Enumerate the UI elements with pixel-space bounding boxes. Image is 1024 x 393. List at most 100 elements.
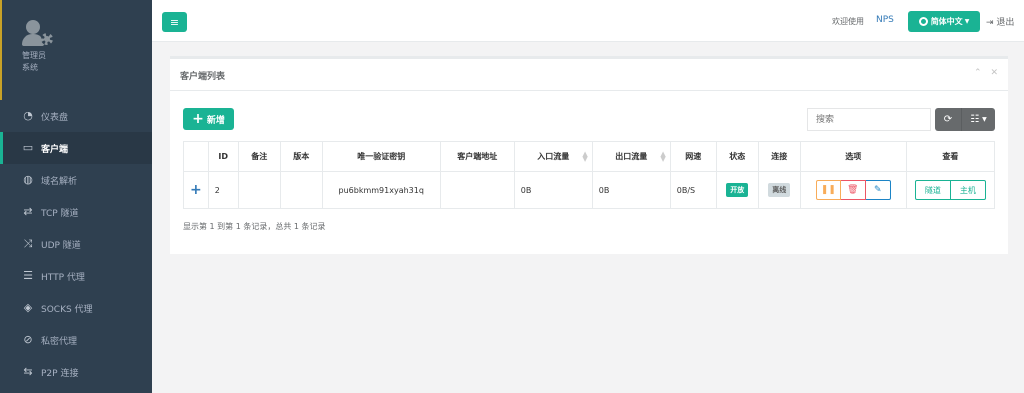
column-label: 出口流量	[615, 152, 648, 161]
cell-id: 2	[207, 171, 239, 209]
sidebar-item-label: 私密代理	[41, 336, 78, 347]
column-header: 网速	[669, 141, 717, 172]
refresh-icon: ⟳	[943, 114, 953, 125]
list-icon: ☷	[970, 114, 980, 125]
sidebar-item-socks[interactable]: ◈ SOCKS 代理	[0, 292, 152, 324]
sidebar-item-label: UDP 隧道	[41, 240, 81, 251]
logout-label: 退出	[996, 18, 1015, 28]
add-label: 新增	[206, 115, 225, 126]
sort-icon: ▲ ▼	[660, 150, 666, 163]
view-button-group: 隧道 主机	[913, 180, 988, 200]
layers-icon: ◈	[23, 301, 33, 314]
cell-connect: 离线	[757, 171, 801, 209]
cell-remark	[237, 171, 281, 209]
eye-slash-icon: ⊘	[23, 333, 33, 346]
cell-view: 隧道 主机	[905, 171, 996, 209]
sidebar-item-domain[interactable]: ◍ 域名解析	[0, 164, 152, 196]
pause-button[interactable]: ❚❚	[815, 180, 841, 200]
sidebar-item-label: HTTP 代理	[41, 272, 85, 283]
column-header-sortable[interactable]: 出口流量 ▲ ▼	[591, 141, 671, 172]
cell-address	[439, 171, 515, 209]
plus-icon: +	[190, 182, 202, 198]
caret-down-icon: ▼	[982, 116, 987, 123]
edit-button[interactable]: ✎	[865, 180, 891, 200]
search-input[interactable]	[807, 108, 931, 131]
monitor-icon: ▭	[22, 141, 34, 154]
sidebar: 管理员 系统 ◔ 仪表盘 ▭ 客户端 ◍ 域名解析 ⇄ TCP 隧道 ⤨ UDP…	[0, 0, 152, 393]
sidebar-item-clients[interactable]: ▭ 客户端	[0, 132, 152, 164]
sidebar-item-label: TCP 隧道	[41, 208, 79, 219]
retweet-icon: ⇄	[23, 205, 33, 218]
cell-out-flow: 0B	[591, 171, 671, 209]
random-icon: ⤨	[23, 237, 33, 250]
client-table: ID 备注 版本 唯一验证密钥 客户端地址 入口流量 ▲ ▼ 出口流量 ▲ ▼ 网速 状…	[183, 141, 996, 209]
hamburger-icon: ≡	[169, 15, 180, 29]
sidebar-edge	[0, 0, 2, 100]
cell-version	[279, 171, 323, 209]
menu-toggle-button[interactable]: ≡	[162, 12, 187, 32]
column-header[interactable]: ID	[207, 141, 239, 172]
language-dropdown[interactable]: 简体中文 ▼	[908, 11, 980, 32]
sidebar-item-dashboard[interactable]: ◔ 仪表盘	[0, 100, 152, 132]
caret-down-icon: ▼	[964, 18, 970, 25]
sidebar-item-label: 域名解析	[41, 176, 78, 187]
view-tunnel-button[interactable]: 隧道	[914, 180, 951, 200]
options-button-group: ❚❚ 🗑 ✎	[807, 180, 900, 200]
globe-icon	[918, 17, 928, 26]
cell-options: ❚❚ 🗑 ✎	[799, 171, 907, 209]
profile-name: 管理员	[22, 51, 46, 60]
profile-role: 系统	[22, 63, 38, 72]
sidebar-item-udp[interactable]: ⤨ UDP 隧道	[0, 228, 152, 260]
column-header: 版本	[279, 141, 323, 172]
columns-toggle-button[interactable]: ☷ ▼	[961, 108, 995, 131]
sidebar-item-label: 客户端	[41, 144, 69, 155]
cell-rate: 0B/S	[669, 171, 717, 209]
table-row: + 2 pu6bkmm91xyah31q 0B 0B 0B/S 开放 离线 ❚❚…	[183, 171, 996, 209]
brand-link[interactable]: NPS	[876, 15, 894, 25]
connect-badge: 离线	[768, 183, 791, 197]
pagination-info: 显示第 1 到第 1 条记录，总共 1 条记录	[183, 222, 326, 231]
status-badge: 开放	[726, 183, 749, 197]
welcome-text: 欢迎使用	[832, 17, 864, 26]
column-header: 备注	[237, 141, 281, 172]
column-header: 唯一验证密钥	[321, 141, 441, 172]
close-icon[interactable]: ✕	[990, 68, 998, 78]
edit-icon: ✎	[873, 185, 882, 195]
plus-icon: +	[192, 111, 204, 127]
column-header: 客户端地址	[439, 141, 515, 172]
table-header-row: ID 备注 版本 唯一验证密钥 客户端地址 入口流量 ▲ ▼ 出口流量 ▲ ▼ 网速 状…	[183, 141, 996, 172]
column-header-sortable[interactable]: 入口流量 ▲ ▼	[513, 141, 593, 172]
refresh-button[interactable]: ⟳	[935, 108, 961, 131]
sort-icon: ▲ ▼	[582, 150, 588, 163]
sidebar-item-p2p[interactable]: ⇆ P2P 连接	[0, 356, 152, 388]
sidebar-item-secret[interactable]: ⊘ 私密代理	[0, 324, 152, 356]
column-label: 入口流量	[537, 152, 570, 161]
column-header: 连接	[757, 141, 801, 172]
sign-out-icon: ⇥	[986, 18, 994, 28]
cell-in-flow: 0B	[513, 171, 593, 209]
trash-icon: 🗑	[847, 185, 859, 195]
view-host-button[interactable]: 主机	[950, 180, 986, 200]
pause-icon: ❚❚	[820, 185, 836, 195]
expand-row-button[interactable]: +	[183, 171, 209, 209]
logout-link[interactable]: ⇥ 退出	[986, 15, 1014, 28]
sidebar-item-tcp[interactable]: ⇄ TCP 隧道	[0, 196, 152, 228]
delete-button[interactable]: 🗑	[840, 180, 866, 200]
sidebar-item-http[interactable]: ☰ HTTP 代理	[0, 260, 152, 292]
client-list-panel: 客户端列表 ⌃ ✕ + 新增 ⟳ ☷ ▼ ID 备注 版本 唯一验证密钥 客户端…	[170, 56, 1008, 254]
sidebar-item-label: SOCKS 代理	[41, 304, 93, 315]
expand-column-header	[183, 141, 209, 172]
sidebar-item-label: P2P 连接	[41, 368, 79, 379]
profile: 管理员 系统	[0, 0, 152, 100]
server-icon: ☰	[23, 269, 33, 282]
language-label: 简体中文	[930, 17, 963, 26]
collapse-icon[interactable]: ⌃	[974, 68, 982, 78]
cell-vkey: pu6bkmm91xyah31q	[321, 171, 441, 209]
add-client-button[interactable]: + 新增	[183, 108, 234, 130]
column-header: 选项	[799, 141, 907, 172]
top-navbar: ≡ 欢迎使用 NPS 简体中文 ▼ ⇥ 退出	[152, 0, 1024, 42]
exchange-icon: ⇆	[23, 365, 33, 378]
globe-icon: ◍	[23, 173, 33, 186]
cell-status: 开放	[715, 171, 759, 209]
column-header: 状态	[715, 141, 759, 172]
